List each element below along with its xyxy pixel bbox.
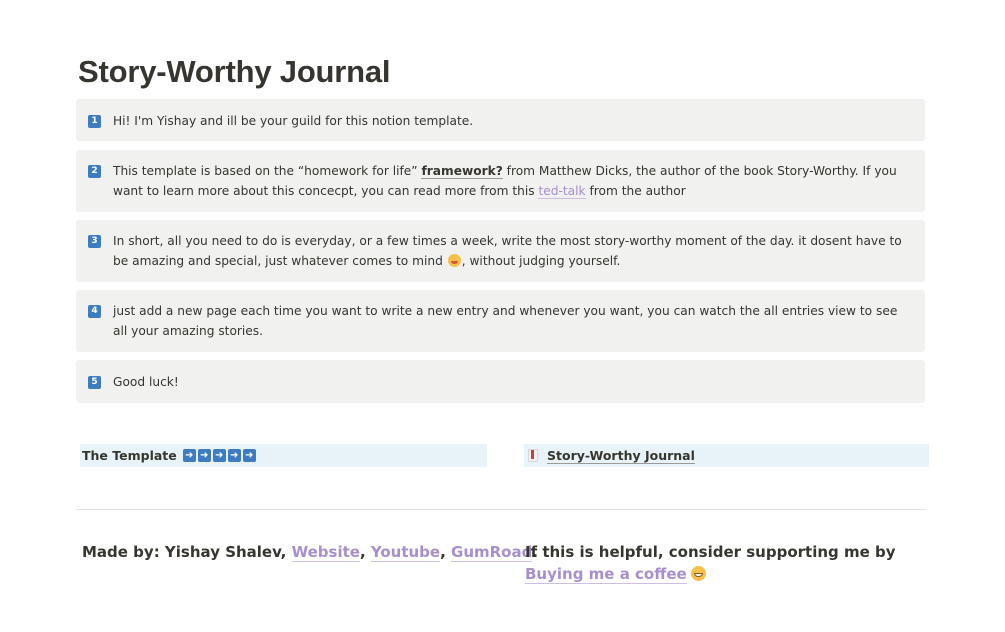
support-text: If this is helpful, consider supporting … [525,541,925,585]
keycap-3-icon: 3 [88,235,101,248]
right-arrow-icon: ➜ [242,449,256,462]
template-label: The Template [82,448,177,463]
callout-1-text: Hi! I'm Yishay and ill be your guild for… [113,114,474,128]
journal-page-link[interactable]: Story-Worthy Journal [524,444,929,467]
separator: , [440,543,452,561]
right-arrow-icon: ➜ [197,449,211,462]
callout-4[interactable]: 4 just add a new page each time you want… [76,290,925,352]
right-arrow-icon: ➜ [227,449,241,462]
callout-2-text: This template is based on the “homework … [113,162,905,201]
made-by-text: Made by: Yishay Shalev, Website, Youtube… [82,541,538,563]
youtube-link[interactable]: Youtube [370,543,441,562]
callout-3-text-after: , without judging yourself. [461,253,621,268]
journal-link-text: Story-Worthy Journal [547,447,695,464]
callout-2-text-before: This template is based on the “homework … [113,164,422,178]
callout-2-text-after: from the author [585,183,686,198]
divider [76,509,925,510]
framework-link[interactable]: framework? [421,164,503,179]
website-link[interactable]: Website [291,543,360,562]
callout-3-text: In short, all you need to do is everyday… [113,232,905,271]
support-label: If this is helpful, consider supporting … [525,543,896,561]
made-by-label: Made by: Yishay Shalev, [82,543,292,561]
right-arrow-icon: ➜ [182,449,196,462]
keycap-2-icon: 2 [88,165,101,178]
right-arrow-icon: ➜ [212,449,226,462]
page-title: Story-Worthy Journal [78,54,391,89]
keycap-5-icon: 5 [88,376,101,389]
ted-talk-link[interactable]: ted-talk [538,183,586,199]
arrow-icons: ➜ ➜ ➜ ➜ ➜ [181,449,256,462]
callout-4-text: just add a new page each time you want t… [113,304,898,338]
notion-page: Story-Worthy Journal 1 Hi! I'm Yishay an… [0,0,1005,632]
grinning-emoji-icon [690,566,706,581]
keycap-4-icon: 4 [88,305,101,318]
callout-5[interactable]: 5 Good luck! [76,360,925,403]
template-toggle[interactable]: The Template ➜ ➜ ➜ ➜ ➜ [80,444,487,467]
gumroad-link[interactable]: GumRoad [451,543,533,562]
yum-emoji-icon [447,253,461,267]
buy-coffee-link[interactable]: Buying me a coffee [525,565,687,584]
separator: , [359,543,371,561]
callout-5-text: Good luck! [113,375,179,389]
bookmark-icon [528,449,538,462]
callout-3[interactable]: 3 In short, all you need to do is everyd… [76,220,925,282]
callout-2[interactable]: 2 This template is based on the “homewor… [76,150,925,212]
keycap-1-icon: 1 [88,115,101,128]
callout-1[interactable]: 1 Hi! I'm Yishay and ill be your guild f… [76,99,925,141]
